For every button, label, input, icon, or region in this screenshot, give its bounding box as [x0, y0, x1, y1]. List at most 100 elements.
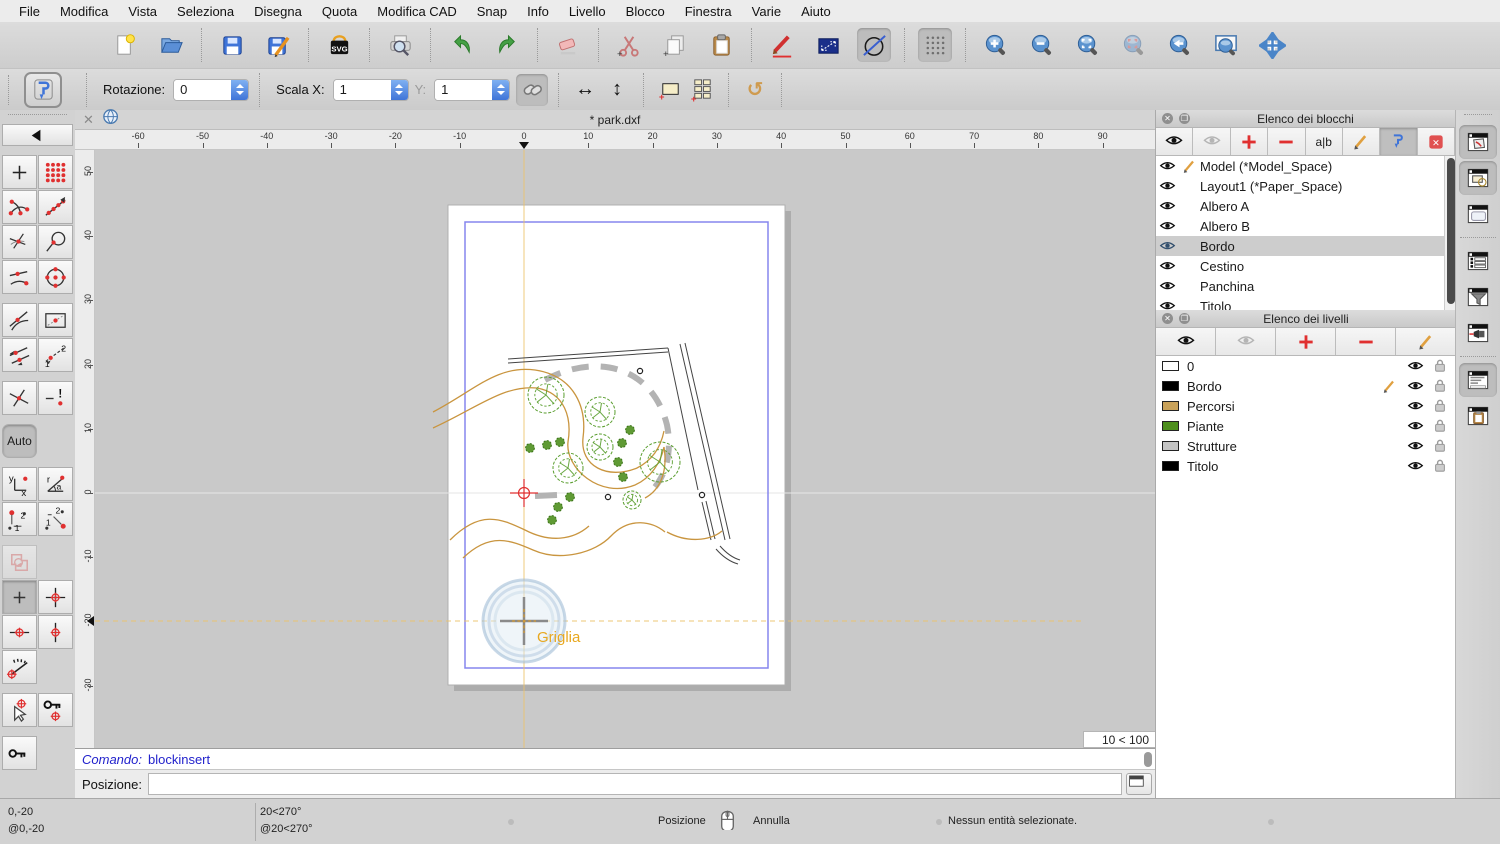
menu-vista[interactable]: Vista — [119, 2, 166, 21]
block-visibility-eye-icon[interactable] — [1156, 218, 1178, 235]
delete-eraser-button[interactable] — [551, 28, 585, 62]
block-visibility-eye-icon[interactable] — [1156, 178, 1178, 195]
restrict-off-button[interactable] — [2, 580, 37, 614]
layer-color-swatch[interactable] — [1162, 381, 1179, 391]
restrict-orthogonal-button[interactable] — [38, 580, 73, 614]
hide-all-eye-button[interactable] — [1193, 128, 1231, 155]
save-as-button[interactable] — [261, 28, 295, 62]
reset-button[interactable]: ↺ — [739, 74, 771, 106]
panel-property-editor-toggle[interactable] — [1459, 125, 1497, 159]
array-insert-button[interactable]: + — [686, 74, 718, 106]
scale-y-stepper[interactable] — [492, 79, 510, 100]
layer-visibility-eye-icon[interactable] — [1407, 438, 1424, 455]
layer-row-piante[interactable]: Piante — [1156, 416, 1456, 436]
snap-distance-button[interactable]: 12 — [38, 338, 73, 372]
layer-lock-icon[interactable] — [1432, 378, 1448, 394]
circle-line-button[interactable] — [857, 28, 891, 62]
palette-drag-handle[interactable] — [8, 114, 67, 120]
snap-cross-button[interactable] — [2, 381, 37, 415]
new-file-button[interactable] — [108, 28, 142, 62]
snap-on-entity-button[interactable] — [38, 225, 73, 259]
toolbar-drag-handle[interactable] — [8, 74, 18, 105]
undo-button[interactable] — [444, 28, 478, 62]
drawing-viewport[interactable]: Griglia — [95, 150, 1155, 748]
paste-button[interactable] — [704, 28, 738, 62]
auto-snap-button[interactable]: Auto — [2, 424, 37, 458]
block-row-bordo[interactable]: Bordo — [1156, 236, 1444, 256]
panel-block-list-toggle[interactable] — [1459, 244, 1497, 278]
pan-button[interactable] — [1255, 28, 1289, 62]
open-folder-button[interactable] — [154, 28, 188, 62]
command-window-button[interactable] — [1126, 773, 1152, 795]
menu-snap[interactable]: Snap — [468, 2, 516, 21]
strip-drag-handle[interactable] — [1464, 114, 1492, 119]
block-insert-button[interactable] — [24, 71, 62, 108]
layer-lock-icon[interactable] — [1432, 398, 1448, 414]
layer-row-0[interactable]: 0 — [1156, 356, 1456, 376]
snap-perpendicular-button[interactable] — [2, 260, 37, 294]
layer-color-swatch[interactable] — [1162, 401, 1179, 411]
coord-cartesian-button[interactable]: yx — [2, 467, 37, 501]
block-visibility-eye-icon[interactable] — [1156, 258, 1178, 275]
block-row-albero[interactable]: Albero A — [1156, 196, 1444, 216]
palette-back-button[interactable] — [2, 124, 73, 146]
block-row-cestino[interactable]: Cestino — [1156, 256, 1444, 276]
restrict-angle-button[interactable] — [2, 650, 37, 684]
scale-y-value[interactable]: 1 — [435, 79, 493, 100]
zoom-previous-button[interactable] — [1163, 28, 1197, 62]
zoom-auto-button[interactable] — [1071, 28, 1105, 62]
layer-visibility-eye-icon[interactable] — [1407, 398, 1424, 415]
snap-grid-button[interactable] — [38, 155, 73, 189]
single-insert-button[interactable]: + — [654, 74, 686, 106]
layer-color-swatch[interactable] — [1162, 461, 1179, 471]
redo-button[interactable] — [490, 28, 524, 62]
menu-disegna[interactable]: Disegna — [245, 2, 311, 21]
panel-clipboard-toggle[interactable] — [1459, 399, 1497, 433]
menu-modifica[interactable]: Modifica — [51, 2, 117, 21]
snap-tangent-button[interactable] — [2, 303, 37, 337]
scale-selection-button[interactable] — [811, 28, 845, 62]
snap-intersection-button[interactable] — [2, 225, 37, 259]
block-row-panchina[interactable]: Panchina — [1156, 276, 1444, 296]
remove-layer-button[interactable] — [1336, 328, 1396, 355]
menu-info[interactable]: Info — [518, 2, 558, 21]
remove-block-button[interactable] — [1268, 128, 1306, 155]
grid-toggle-button[interactable] — [918, 28, 952, 62]
menu-aiuto[interactable]: Aiuto — [792, 2, 840, 21]
zoom-selection-button[interactable] — [1117, 28, 1151, 62]
scale-x-value[interactable]: 1 — [333, 79, 391, 100]
scale-x-stepper[interactable] — [390, 79, 408, 100]
edit-block-button[interactable] — [1342, 128, 1381, 155]
rename-block-button[interactable]: a|b — [1305, 128, 1343, 155]
snap-reference-button[interactable] — [38, 303, 73, 337]
layer-visibility-eye-icon[interactable] — [1407, 358, 1424, 375]
block-visibility-eye-icon[interactable] — [1156, 278, 1178, 295]
hide-all-eye-button[interactable] — [1216, 328, 1276, 355]
snap-free-button[interactable] — [2, 155, 37, 189]
layer-row-percorsi[interactable]: Percorsi — [1156, 396, 1456, 416]
block-visibility-eye-icon[interactable] — [1156, 198, 1178, 215]
scale-y-spinner[interactable]: 1 — [434, 78, 511, 101]
flip-horizontal-button[interactable]: ↔ — [569, 74, 601, 106]
snap-endpoints-button[interactable] — [2, 190, 37, 224]
menu-varie[interactable]: Varie — [743, 2, 790, 21]
panel-preview-toggle[interactable] — [1459, 197, 1497, 231]
layer-color-swatch[interactable] — [1162, 441, 1179, 451]
layer-lock-icon[interactable] — [1432, 418, 1448, 434]
insert-block-button[interactable] — [1380, 128, 1418, 155]
restrict-locked-button[interactable] — [2, 545, 37, 579]
layer-lock-icon[interactable] — [1432, 458, 1448, 474]
block-row-model[interactable]: Model (*Model_Space) — [1156, 156, 1444, 176]
layer-visibility-eye-icon[interactable] — [1407, 418, 1424, 435]
set-relative-zero-button[interactable] — [2, 693, 37, 727]
restrict-vertical-button[interactable] — [38, 615, 73, 649]
block-visibility-eye-icon[interactable] — [1156, 298, 1178, 311]
zoom-window-button[interactable] — [1209, 28, 1243, 62]
save-button[interactable] — [215, 28, 249, 62]
coord-relative-a-button[interactable]: 12 — [2, 502, 37, 536]
panel-filter-toggle[interactable] — [1459, 280, 1497, 314]
lock-relative-zero-button[interactable] — [38, 693, 73, 727]
keep-proportions-button[interactable] — [516, 73, 549, 106]
edit-layer-button[interactable] — [1396, 328, 1456, 355]
show-all-eye-button[interactable] — [1156, 328, 1216, 355]
